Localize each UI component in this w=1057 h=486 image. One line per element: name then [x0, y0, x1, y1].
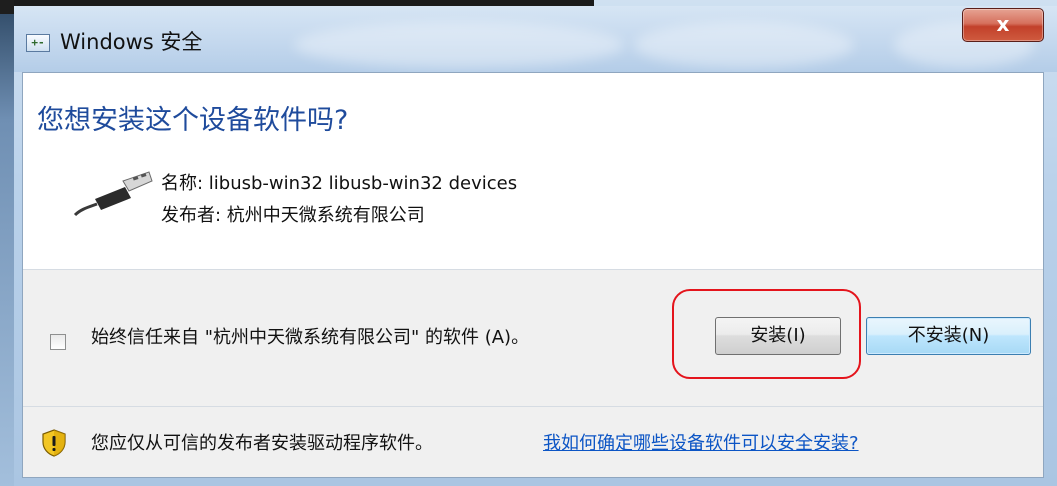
always-trust-checkbox[interactable] — [50, 334, 66, 350]
do-not-install-button[interactable]: 不安装(N) — [866, 317, 1031, 355]
footer-warning-text: 您应仅从可信的发布者安装驱动程序软件。 — [91, 433, 433, 454]
title-bar-glare — [294, 22, 624, 68]
install-button[interactable]: 安装(I) — [715, 317, 841, 355]
dialog-footer: 您应仅从可信的发布者安装驱动程序软件。 我如何确定哪些设备软件可以安全安装? — [23, 407, 1043, 477]
always-trust-label[interactable]: 始终信任来自 "杭州中天微系统有限公司" 的软件 (A)。 — [91, 321, 651, 354]
dialog-main-section: 您想安装这个设备软件吗? 名称: libusb-win32 libusb-win… — [23, 73, 1043, 270]
dialog-action-section: 始终信任来自 "杭州中天微系统有限公司" 的软件 (A)。 安装(I) 不安装(… — [23, 270, 1043, 407]
close-button[interactable]: x — [962, 8, 1044, 42]
device-publisher-line: 发布者: 杭州中天微系统有限公司 — [161, 205, 425, 226]
close-icon: x — [996, 12, 1010, 36]
window-app-icon: +- — [26, 34, 50, 52]
dialog-client-area: 您想安装这个设备软件吗? 名称: libusb-win32 libusb-win… — [22, 72, 1044, 478]
usb-connector-icon — [73, 171, 153, 217]
shield-warning-icon — [42, 429, 66, 457]
dialog-question-heading: 您想安装这个设备软件吗? — [37, 105, 349, 136]
title-bar-glare — [634, 22, 854, 68]
device-name-line: 名称: libusb-win32 libusb-win32 devices — [161, 173, 518, 194]
safe-install-help-link[interactable]: 我如何确定哪些设备软件可以安全安装? — [543, 429, 859, 455]
window-title: Windows 安全 — [60, 30, 203, 54]
